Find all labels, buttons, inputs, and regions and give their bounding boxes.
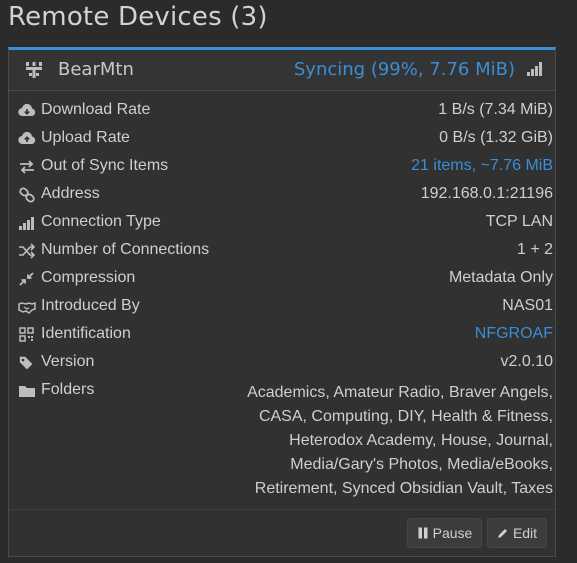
value: v2.0.10 — [500, 353, 553, 370]
value: TCP LAN — [485, 213, 553, 230]
device-panel: BearMtn Syncing (99%, 7.76 MiB) Download… — [8, 47, 556, 557]
label: Folders — [41, 381, 95, 398]
folders-line: Heterodox Academy, House, Journal, — [289, 432, 553, 449]
label: Identification — [41, 325, 131, 342]
device-header[interactable]: BearMtn Syncing (99%, 7.76 MiB) — [9, 50, 555, 91]
row-out-of-sync: Out of Sync Items 21 items, ~7.76 MiB — [9, 154, 555, 182]
label: Connection Type — [41, 213, 161, 230]
value: 1 + 2 — [516, 241, 553, 258]
folder-icon — [19, 386, 35, 397]
server-icon — [26, 62, 42, 78]
value: Metadata Only — [448, 269, 553, 286]
value: NAS01 — [502, 297, 553, 314]
cloud-download-icon — [18, 103, 36, 117]
pencil-icon — [497, 529, 507, 538]
pause-icon — [418, 527, 428, 539]
device-details: Download Rate 1 B/s (7.34 MiB) Upload Ra… — [9, 98, 555, 498]
tag-icon — [19, 356, 33, 370]
exchange-icon — [20, 160, 34, 174]
row-folders: Folders Academics, Amateur Radio, Braver… — [9, 378, 555, 498]
page-title: Remote Devices (3) — [8, 2, 268, 32]
pause-label: Pause — [432, 525, 473, 541]
row-compression: Compression Metadata Only — [9, 266, 555, 294]
edit-label: Edit — [512, 525, 538, 541]
row-download-rate: Download Rate 1 B/s (7.34 MiB) — [9, 98, 555, 126]
folders-line: Academics, Amateur Radio, Braver Angels, — [247, 384, 553, 401]
row-introduced-by: Introduced By NAS01 — [9, 294, 555, 322]
device-name: BearMtn — [58, 59, 134, 80]
signal-icon — [19, 217, 34, 230]
pause-button[interactable]: Pause — [407, 518, 482, 548]
label: Out of Sync Items — [41, 157, 169, 174]
compress-icon — [19, 272, 34, 286]
folders-list: Academics, Amateur Radio, Braver Angels,… — [223, 381, 553, 501]
device-sync-status: Syncing (99%, 7.76 MiB) — [293, 59, 515, 80]
label: Download Rate — [41, 101, 151, 118]
label: Upload Rate — [41, 129, 130, 146]
label: Compression — [41, 269, 136, 286]
label: Address — [41, 185, 100, 202]
qrcode-icon — [19, 327, 34, 342]
label: Number of Connections — [41, 241, 210, 258]
cloud-upload-icon — [18, 131, 36, 145]
row-address: Address 192.168.0.1:21196 — [9, 182, 555, 210]
label: Introduced By — [41, 297, 140, 314]
value: 192.168.0.1:21196 — [420, 185, 553, 202]
row-connections: Number of Connections 1 + 2 — [9, 238, 555, 266]
value: 1 B/s (7.34 MiB) — [438, 101, 553, 118]
signal-strength-icon — [527, 62, 542, 76]
link-icon — [19, 187, 35, 203]
edit-button[interactable]: Edit — [487, 518, 547, 548]
out-of-sync-link[interactable]: 21 items, ~7.76 MiB — [411, 157, 553, 175]
random-icon — [19, 243, 36, 259]
row-version: Version v2.0.10 — [9, 350, 555, 378]
handshake-icon — [18, 301, 36, 314]
folders-line: Retirement, Synced Obsidian Vault, Taxes — [254, 480, 553, 497]
label: Version — [41, 353, 95, 370]
row-upload-rate: Upload Rate 0 B/s (1.32 GiB) — [9, 126, 555, 154]
folders-line: CASA, Computing, DIY, Health & Fitness, — [258, 408, 553, 425]
folders-line: Media/Gary's Photos, Media/eBooks, — [290, 456, 553, 473]
row-identification: Identification NFGROAF — [9, 322, 555, 350]
row-connection-type: Connection Type TCP LAN — [9, 210, 555, 238]
value: 0 B/s (1.32 GiB) — [439, 129, 553, 146]
device-footer: Pause Edit — [9, 509, 555, 556]
device-id-link[interactable]: NFGROAF — [475, 325, 553, 343]
